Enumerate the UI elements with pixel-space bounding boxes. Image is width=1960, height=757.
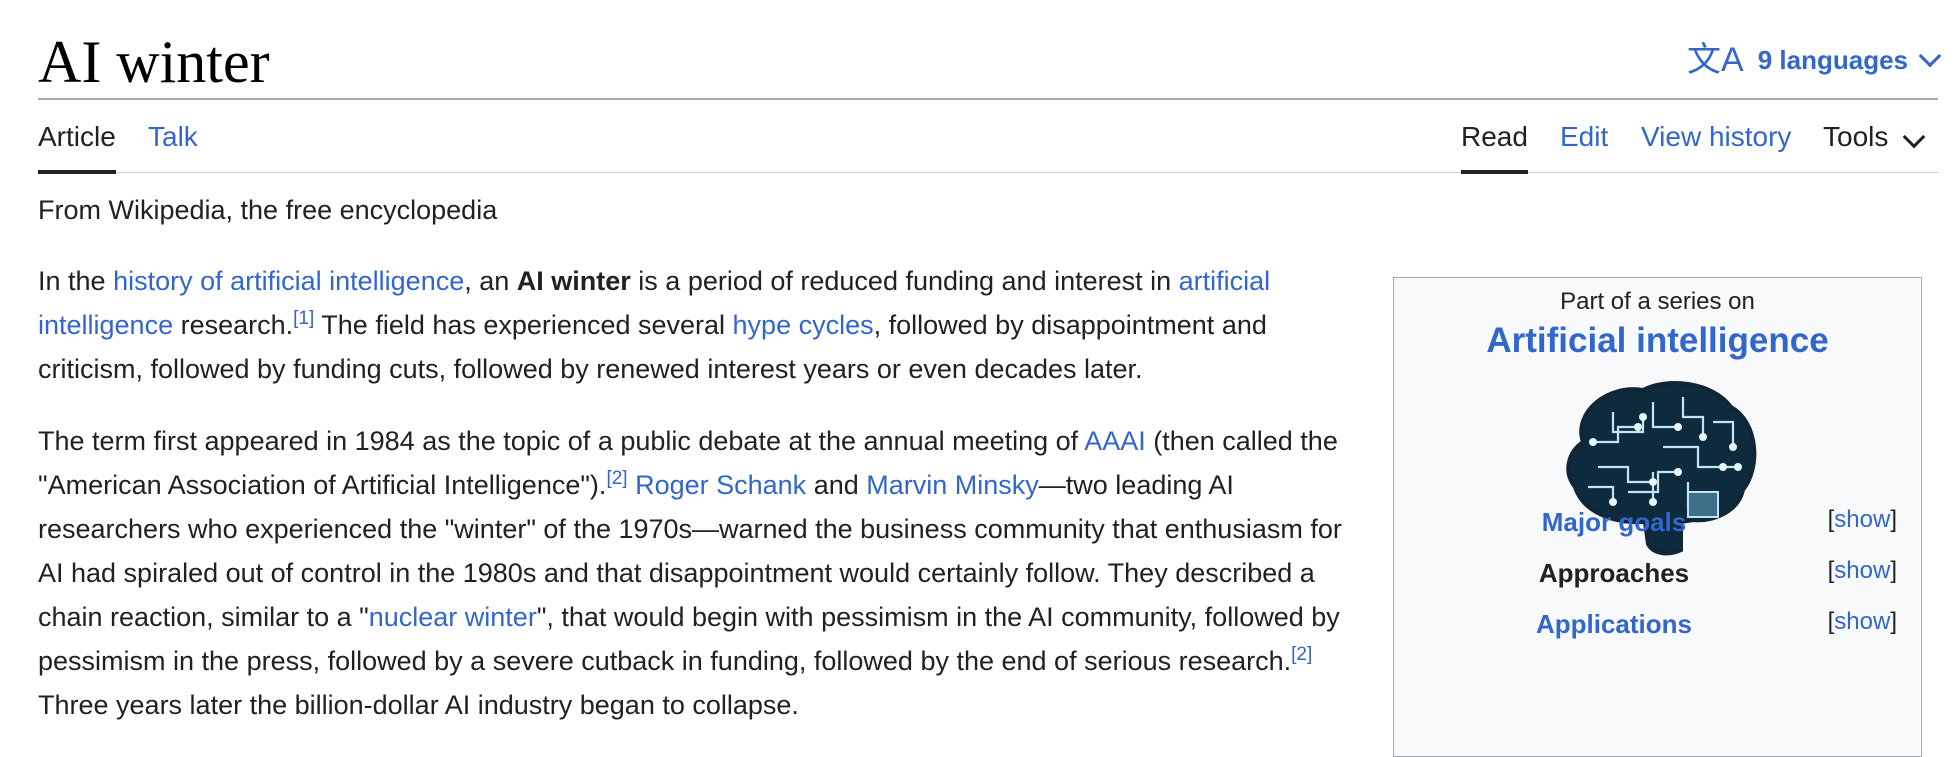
infobox-row-approaches: Approaches [show] — [1394, 553, 1923, 593]
link-hype-cycles[interactable]: hype cycles — [733, 310, 874, 340]
link-aaai[interactable]: AAAI — [1084, 426, 1146, 456]
major-goals-link[interactable]: Major goals — [1474, 502, 1754, 542]
title-divider — [38, 98, 1938, 100]
tab-tools[interactable]: Tools — [1823, 118, 1926, 170]
show-link[interactable]: show — [1834, 557, 1890, 584]
link-marvin-minsky[interactable]: Marvin Minsky — [866, 470, 1039, 500]
link-roger-schank[interactable]: Roger Schank — [635, 470, 806, 500]
reference-1[interactable]: [1] — [293, 308, 314, 329]
text-run: research. — [173, 310, 294, 340]
page-title: AI winter — [38, 29, 270, 95]
tab-article[interactable]: Article — [38, 118, 116, 174]
infobox-row-applications: Applications [show] — [1394, 604, 1923, 644]
translate-icon: 文A — [1687, 41, 1744, 79]
text-run: is a period of reduced funding and inter… — [630, 266, 1179, 296]
tools-label: Tools — [1823, 121, 1889, 152]
text-run: The field has experienced several — [314, 310, 733, 340]
text-run: In the — [38, 266, 114, 296]
reference-2[interactable]: [2] — [606, 468, 627, 489]
text-run: The term first appeared in 1984 as the t… — [38, 426, 1085, 456]
series-label: Part of a series on — [1560, 288, 1755, 315]
languages-button[interactable]: 文A 9 languages — [1687, 40, 1942, 80]
text-run: Three years later the billion-dollar AI … — [38, 690, 799, 720]
applications-toggle[interactable]: [show] — [1828, 604, 1897, 640]
show-link[interactable]: show — [1834, 506, 1890, 533]
approaches-toggle[interactable]: [show] — [1828, 553, 1897, 589]
text-run: , an — [464, 266, 517, 296]
bold-term: AI winter — [516, 266, 631, 296]
chevron-down-icon — [1903, 125, 1926, 149]
tab-read[interactable]: Read — [1461, 118, 1528, 174]
languages-label: 9 languages — [1757, 44, 1908, 75]
tab-edit[interactable]: Edit — [1560, 118, 1608, 170]
approaches-label: Approaches — [1538, 558, 1690, 588]
chevron-down-icon — [1918, 44, 1942, 68]
article-body: In the history of artificial intelligenc… — [38, 259, 1360, 755]
tab-talk[interactable]: Talk — [148, 118, 198, 170]
page-tabs: Article Talk Read Edit View history Tool… — [38, 118, 1938, 174]
text-run — [628, 470, 636, 500]
link-nuclear-winter[interactable]: nuclear winter — [369, 602, 537, 632]
series-title-link[interactable]: Artificial intelligence — [1394, 320, 1921, 362]
major-goals-toggle[interactable]: [show] — [1828, 502, 1897, 538]
infobox-row-major-goals: Major goals [show] — [1394, 502, 1923, 542]
intro-paragraph: In the history of artificial intelligenc… — [38, 259, 1360, 391]
tab-view-history[interactable]: View history — [1641, 118, 1791, 170]
show-link[interactable]: show — [1834, 608, 1890, 635]
site-tagline: From Wikipedia, the free encyclopedia — [38, 195, 498, 225]
applications-link[interactable]: Applications — [1474, 604, 1754, 644]
series-sidebar: Part of a series on Artificial intellige… — [1393, 277, 1922, 757]
history-paragraph: The term first appeared in 1984 as the t… — [38, 419, 1360, 727]
text-run: and — [806, 470, 867, 500]
reference-2[interactable]: [2] — [1291, 644, 1312, 665]
link-history-of-ai[interactable]: history of artificial intelligence — [113, 266, 464, 296]
